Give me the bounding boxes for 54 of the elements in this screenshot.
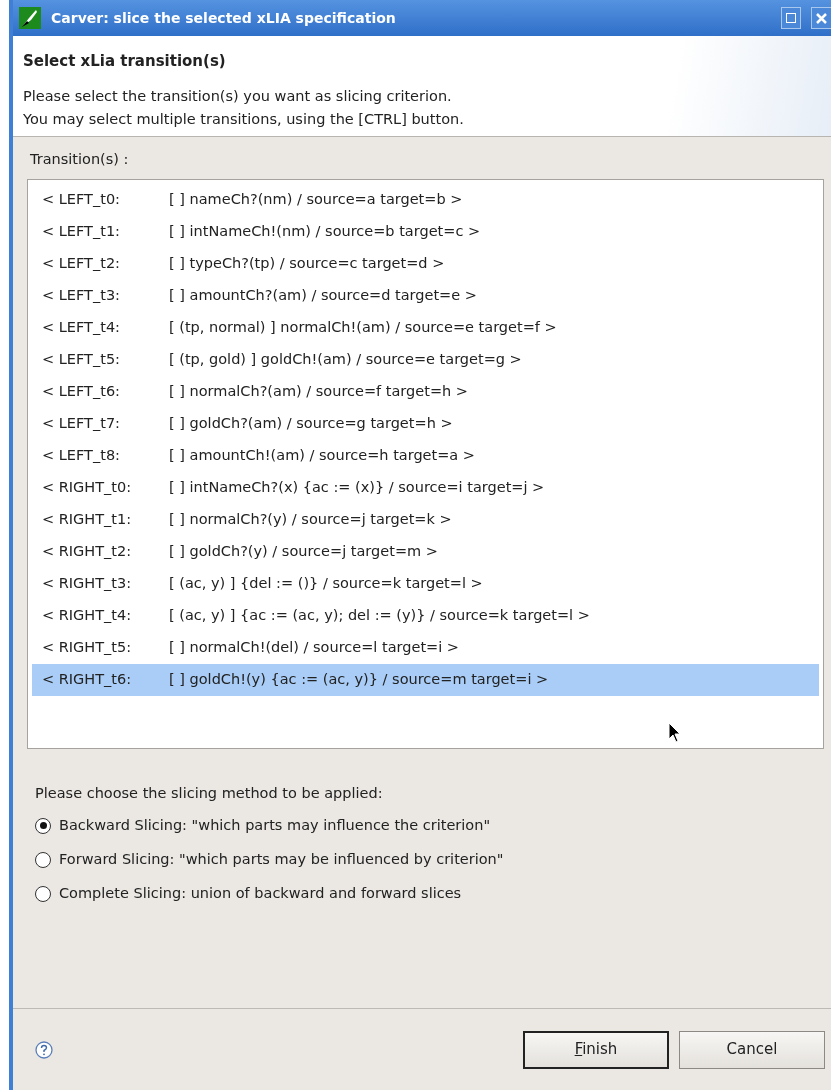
transition-detail: [ ] normalCh!(del) / source=l target=i > bbox=[169, 638, 459, 658]
transition-detail: [ ] typeCh?(tp) / source=c target=d > bbox=[169, 254, 445, 274]
transition-detail: [ ] normalCh?(y) / source=j target=k > bbox=[169, 510, 452, 530]
transition-name: < LEFT_t3: bbox=[42, 286, 121, 306]
transition-detail: [ ] intNameCh!(nm) / source=b target=c > bbox=[169, 222, 481, 242]
radio-label: Complete Slicing: union of backward and forward slices bbox=[59, 883, 462, 903]
transition-detail: [ ] goldCh?(am) / source=g target=h > bbox=[169, 414, 453, 434]
selected-row-highlight[interactable]: < RIGHT_t6: [ ] goldCh!(y) {ac := (ac, y)} / source=m target=i > bbox=[32, 663, 819, 696]
transition-detail: [ ] goldCh!(y) {ac := (ac, y)} / source=m target=i > bbox=[169, 670, 549, 690]
cancel-button[interactable]: Cancel bbox=[679, 1030, 825, 1069]
transition-name: < LEFT_t5: bbox=[42, 350, 121, 370]
close-button[interactable] bbox=[811, 7, 831, 29]
transition-detail: [ (ac, y) ] {ac := (ac, y); del := (y)} / source=k target=l > bbox=[169, 606, 590, 626]
transition-name: < RIGHT_t6: bbox=[42, 670, 133, 690]
transition-detail: [ ] nameCh?(nm) / source=a target=b > bbox=[169, 190, 463, 210]
transition-name: < RIGHT_t2: bbox=[42, 542, 133, 562]
description-text: You may select multiple transitions, using the [CTRL] button. bbox=[23, 109, 465, 129]
transition-detail: [ ] amountCh?(am) / source=d target=e > bbox=[169, 286, 477, 306]
help-icon[interactable] bbox=[35, 1040, 53, 1059]
transition-name: < LEFT_t1: bbox=[42, 222, 121, 242]
transition-name: < RIGHT_t5: bbox=[42, 638, 133, 658]
transition-detail: [ (tp, gold) ] goldCh!(am) / source=e target=g > bbox=[169, 350, 522, 370]
transition-detail: [ ] goldCh?(y) / source=j target=m > bbox=[169, 542, 438, 562]
description-text: Please select the transition(s) you want as slicing criterion. bbox=[23, 87, 453, 107]
radio-button[interactable] bbox=[35, 885, 51, 902]
transition-name: < RIGHT_t1: bbox=[42, 510, 133, 530]
transition-name: < LEFT_t4: bbox=[42, 318, 121, 338]
transition-name: < LEFT_t2: bbox=[42, 254, 121, 274]
transition-name: < RIGHT_t3: bbox=[42, 574, 133, 594]
maximize-button[interactable] bbox=[781, 7, 801, 29]
radio-label: Backward Slicing: "which parts may influence the criterion" bbox=[59, 815, 491, 835]
maximize-icon[interactable] bbox=[786, 13, 796, 23]
transition-name: < LEFT_t0: bbox=[42, 190, 121, 210]
transition-detail: [ ] intNameCh?(x) {ac := (x)} / source=i target=j > bbox=[169, 478, 545, 498]
section-label: Transition(s) : bbox=[30, 150, 130, 170]
radio-label: Forward Slicing: "which parts may be influenced by criterion" bbox=[59, 849, 504, 869]
page-title: Select xLia transition(s) bbox=[23, 51, 227, 72]
transition-name: < LEFT_t8: bbox=[42, 446, 121, 466]
transition-detail: [ (tp, normal) ] normalCh!(am) / source=e target=f > bbox=[169, 318, 557, 338]
transition-name: < RIGHT_t4: bbox=[42, 606, 133, 626]
transition-detail: [ ] amountCh!(am) / source=h target=a > bbox=[169, 446, 475, 466]
section-label: Please choose the slicing method to be applied: bbox=[35, 783, 384, 803]
transition-detail: [ (ac, y) ] {del := ()} / source=k target=l > bbox=[169, 574, 483, 594]
cursor-icon bbox=[668, 722, 682, 744]
transition-detail: [ ] normalCh?(am) / source=f target=h > bbox=[169, 382, 468, 402]
transition-name: < LEFT_t6: bbox=[42, 382, 121, 402]
radio-button[interactable] bbox=[35, 817, 51, 834]
radio-button[interactable] bbox=[35, 851, 51, 868]
finish-button[interactable]: Finish bbox=[523, 1030, 669, 1069]
transition-name: < RIGHT_t0: bbox=[42, 478, 133, 498]
app-icon bbox=[19, 7, 41, 29]
close-icon[interactable] bbox=[816, 12, 827, 24]
transition-name: < LEFT_t7: bbox=[42, 414, 121, 434]
window-title: Carver: slice the selected xLIA specification bbox=[51, 8, 397, 28]
